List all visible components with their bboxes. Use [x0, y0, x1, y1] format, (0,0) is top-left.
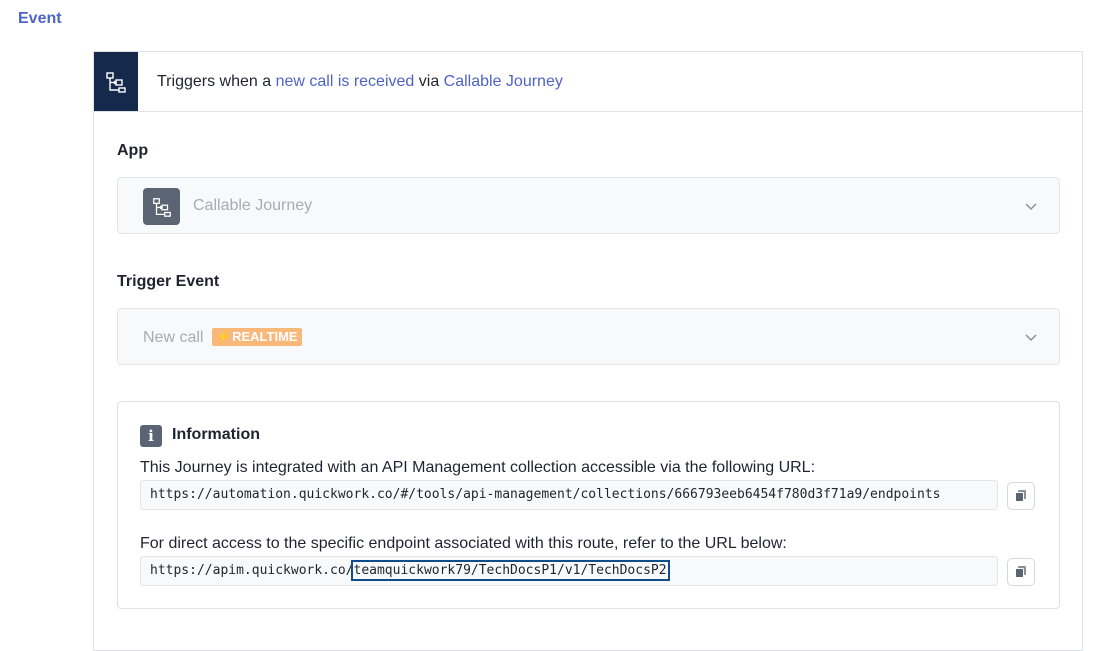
collection-url-field[interactable]: https://automation.quickwork.co/#/tools/…	[140, 480, 998, 510]
copy-icon	[1015, 566, 1026, 578]
app-link[interactable]: Callable Journey	[444, 73, 563, 90]
information-title: Information	[172, 426, 260, 443]
copy-collection-url-button[interactable]	[1007, 482, 1035, 510]
trigger-event-label: Trigger Event	[117, 273, 220, 290]
event-link[interactable]: new call is received	[276, 73, 415, 90]
trigger-event-name: New call	[143, 329, 204, 346]
flow-diagram-icon	[143, 188, 180, 225]
flow-diagram-icon	[94, 52, 138, 111]
app-select[interactable]: Callable Journey	[117, 177, 1060, 234]
trigger-event-select[interactable]: New call ⚡REALTIME	[117, 308, 1060, 365]
event-heading: Event	[18, 10, 62, 27]
trigger-event-value: New call ⚡REALTIME	[143, 328, 302, 347]
copy-icon	[1015, 490, 1026, 502]
summary-prefix: Triggers when a	[157, 73, 276, 90]
summary-middle: via	[414, 73, 444, 90]
realtime-badge: ⚡REALTIME	[211, 328, 302, 346]
trigger-summary-header: Triggers when a new call is received via…	[94, 52, 1082, 112]
realtime-badge-label: REALTIME	[232, 329, 298, 344]
chevron-down-icon	[1025, 334, 1037, 342]
app-label: App	[117, 142, 149, 159]
endpoint-url-description: For direct access to the specific endpoi…	[140, 535, 787, 552]
lightning-icon: ⚡	[215, 329, 233, 344]
endpoint-url-prefix: https://apim.quickwork.co/	[150, 563, 354, 578]
endpoint-url-path: teamquickwork79/TechDocsP1/v1/TechDocsP2	[350, 560, 670, 581]
app-select-value: Callable Journey	[193, 197, 313, 214]
info-icon: i	[140, 425, 162, 447]
trigger-summary-text: Triggers when a new call is received via…	[157, 73, 563, 91]
collection-url-description: This Journey is integrated with an API M…	[140, 459, 816, 476]
copy-endpoint-url-button[interactable]	[1007, 558, 1035, 586]
chevron-down-icon	[1025, 203, 1037, 211]
information-panel: i Information This Journey is integrated…	[117, 401, 1060, 609]
endpoint-url-field[interactable]: https://apim.quickwork.co/teamquickwork7…	[140, 556, 998, 586]
trigger-card: Triggers when a new call is received via…	[93, 51, 1083, 651]
